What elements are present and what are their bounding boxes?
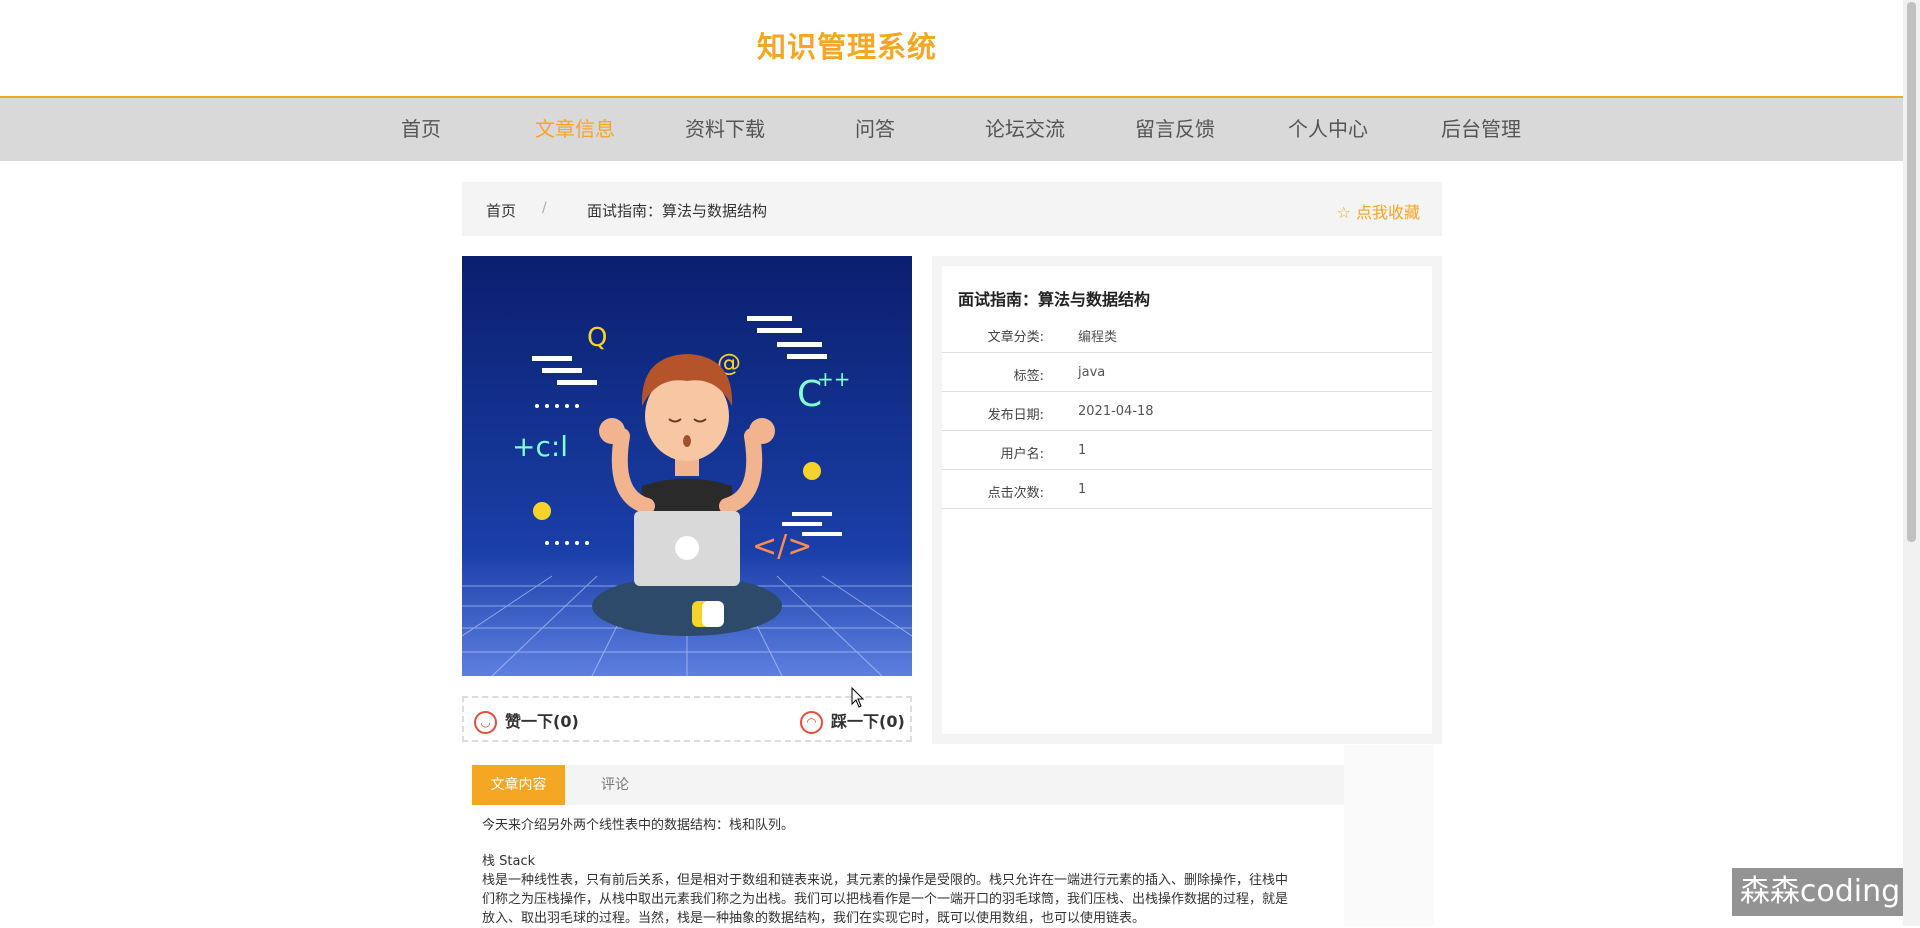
scrollbar-thumb[interactable] — [1907, 2, 1916, 542]
article-info-card: 面试指南：算法与数据结构 文章分类: 编程类 标签: java 发布日期: 20… — [942, 266, 1432, 734]
info-value: 编程类 — [1078, 330, 1118, 345]
content-line: 栈是一种线性表，只有前后关系，但是相对于数组和链表来说，其元素的操作是受限的。栈… — [482, 873, 1289, 888]
info-label: 标签: — [1013, 369, 1044, 384]
info-value: 1 — [1078, 482, 1087, 497]
dislike-label: 踩一下(0) — [831, 712, 905, 731]
breadcrumb-separator: / — [542, 200, 547, 216]
info-row-tag: 标签: java — [942, 353, 1432, 392]
article-info-panel: 面试指南：算法与数据结构 文章分类: 编程类 标签: java 发布日期: 20… — [932, 256, 1442, 744]
main-nav: 首页 文章信息 资料下载 问答 论坛交流 留言反馈 个人中心 后台管理 — [0, 98, 1920, 161]
content-line: 们称之为压栈操作，从栈中取出元素我们称之为出栈。我们可以把栈看作是一个一端开口的… — [482, 892, 1289, 907]
nav-item-forum[interactable]: 论坛交流 — [950, 98, 1100, 161]
info-label: 用户名: — [1000, 447, 1044, 462]
article-title: 面试指南：算法与数据结构 — [958, 290, 1151, 309]
tab-comments[interactable]: 评论 — [601, 765, 629, 805]
dislike-button[interactable]: ◠ 踩一下(0) — [800, 708, 905, 734]
svg-text:+c:l: +c:l — [512, 430, 568, 463]
content-tabs: 文章内容 评论 — [472, 765, 1344, 805]
content-intro: 今天来介绍另外两个线性表中的数据结构：栈和队列。 — [482, 818, 795, 833]
nav-item-downloads[interactable]: 资料下载 — [650, 98, 800, 161]
info-label: 文章分类: — [987, 330, 1044, 345]
info-row-date: 发布日期: 2021-04-18 — [942, 392, 1432, 431]
cover-illustration: +c:l C ++ @ Q </> — [462, 256, 912, 676]
article-cover-image: +c:l C ++ @ Q </> — [462, 256, 912, 676]
nav-item-admin[interactable]: 后台管理 — [1406, 98, 1556, 161]
site-title: 知识管理系统 — [757, 30, 938, 64]
breadcrumb-home-link[interactable]: 首页 — [486, 200, 516, 221]
info-row-username: 用户名: 1 — [942, 431, 1432, 470]
nav-item-home[interactable]: 首页 — [346, 98, 496, 161]
info-label: 点击次数: — [987, 486, 1044, 501]
nav-item-feedback[interactable]: 留言反馈 — [1100, 98, 1250, 161]
article-content: 今天来介绍另外两个线性表中的数据结构：栈和队列。 栈 Stack 栈是一种线性表… — [482, 816, 1344, 928]
nav-item-qa[interactable]: 问答 — [800, 98, 950, 161]
floating-sidebar-placeholder — [1344, 745, 1434, 926]
site-header: 知识管理系统 — [0, 0, 1920, 98]
svg-text:Q: Q — [587, 323, 607, 353]
vote-box: ◡ 赞一下(0) ◠ 踩一下(0) — [462, 696, 912, 742]
content-line: 放入、取出羽毛球的过程。当然，栈是一种抽象的数据结构，我们在实现它时，既可以使用… — [482, 911, 1146, 926]
mouse-cursor-icon — [851, 687, 865, 708]
info-row-clicks: 点击次数: 1 — [942, 470, 1432, 509]
info-value: java — [1078, 365, 1106, 380]
frown-icon: ◠ — [800, 711, 823, 734]
info-label: 发布日期: — [987, 408, 1044, 423]
tab-article-content[interactable]: 文章内容 — [472, 765, 565, 805]
svg-text:</>: </> — [752, 529, 812, 564]
page-scrollbar[interactable] — [1903, 0, 1920, 926]
like-button[interactable]: ◡ 赞一下(0) — [474, 708, 579, 734]
svg-text:++: ++ — [817, 367, 851, 391]
like-label: 赞一下(0) — [505, 712, 579, 731]
favorite-button[interactable]: ☆ 点我收藏 — [1337, 199, 1420, 223]
info-value: 2021-04-18 — [1078, 404, 1154, 419]
breadcrumb: 首页 / 面试指南：算法与数据结构 ☆ 点我收藏 — [462, 182, 1442, 236]
breadcrumb-current: 面试指南：算法与数据结构 — [587, 202, 768, 220]
info-value: 1 — [1078, 443, 1087, 458]
watermark: 森森coding — [1732, 868, 1908, 916]
content-heading: 栈 Stack — [482, 854, 536, 869]
info-row-category: 文章分类: 编程类 — [942, 314, 1432, 353]
nav-item-profile[interactable]: 个人中心 — [1253, 98, 1403, 161]
nav-item-articles[interactable]: 文章信息 — [500, 98, 650, 161]
smile-icon: ◡ — [474, 711, 497, 734]
